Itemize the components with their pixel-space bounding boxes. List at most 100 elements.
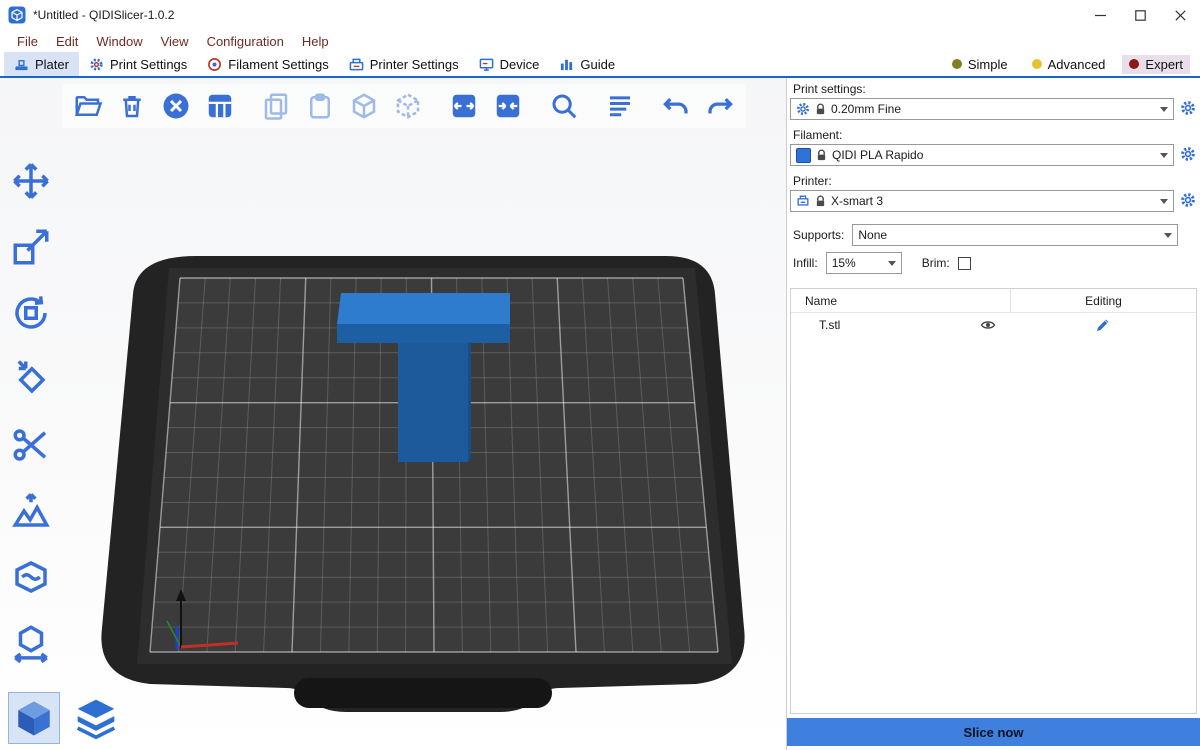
print-settings-combo[interactable]: 0.20mm Fine: [790, 98, 1174, 120]
seam-painting-button[interactable]: [8, 554, 54, 600]
tab-filament-settings[interactable]: Filament Settings: [197, 52, 338, 76]
scale-button[interactable]: [8, 224, 54, 270]
remove-instance-cube-icon: [393, 91, 423, 121]
split-to-objects-button[interactable]: [446, 88, 482, 124]
printer-gear-button[interactable]: [1179, 192, 1197, 210]
measure-icon: [10, 622, 52, 664]
cut-scissors-icon: [10, 424, 52, 466]
add-instance-button[interactable]: [346, 88, 382, 124]
print-bed-scene[interactable]: [0, 78, 786, 750]
menu-view[interactable]: View: [152, 34, 198, 49]
arrange-icon: [205, 91, 235, 121]
object-list: Name Editing T.stl: [790, 288, 1197, 714]
split-parts-icon: [493, 91, 523, 121]
chevron-down-icon: [1160, 107, 1168, 112]
minimize-button[interactable]: [1080, 0, 1120, 30]
place-on-face-button[interactable]: [8, 356, 54, 402]
lock-icon: [816, 149, 827, 162]
menu-file[interactable]: File: [8, 34, 47, 49]
device-icon: [479, 57, 494, 72]
slice-now-button[interactable]: Slice now: [787, 718, 1200, 746]
mode-advanced[interactable]: Advanced: [1025, 55, 1113, 74]
variable-layer-height-button[interactable]: [602, 88, 638, 124]
menu-configuration[interactable]: Configuration: [198, 34, 293, 49]
paste-icon: [305, 91, 335, 121]
settings-panel: Print settings: 0.20mm Fine Filament: QI…: [786, 78, 1200, 750]
mode-simple[interactable]: Simple: [945, 55, 1015, 74]
redo-button[interactable]: [702, 88, 738, 124]
cut-button[interactable]: [8, 422, 54, 468]
paste-button[interactable]: [302, 88, 338, 124]
column-name: Name: [791, 294, 966, 308]
preview-layers-button[interactable]: [70, 692, 122, 744]
copy-button[interactable]: [258, 88, 294, 124]
tab-guide[interactable]: Guide: [549, 52, 625, 76]
undo-button[interactable]: [658, 88, 694, 124]
layer-height-icon: [605, 91, 635, 121]
filament-color-swatch: [796, 148, 811, 163]
window-title: *Untitled - QIDISlicer-1.0.2: [33, 8, 174, 22]
plater-icon: [14, 57, 29, 72]
gear-icon: [1180, 146, 1196, 162]
brim-checkbox[interactable]: [958, 257, 971, 270]
split-to-parts-button[interactable]: [490, 88, 526, 124]
menu-help[interactable]: Help: [293, 34, 338, 49]
place-on-face-icon: [10, 358, 52, 400]
delete-all-button[interactable]: [158, 88, 194, 124]
rotate-icon: [10, 292, 52, 334]
menu-window[interactable]: Window: [87, 34, 151, 49]
brim-label: Brim:: [922, 256, 950, 270]
arrange-button[interactable]: [202, 88, 238, 124]
remove-instance-button[interactable]: [390, 88, 426, 124]
view-3d-button[interactable]: [8, 692, 60, 744]
print-settings-gear-button[interactable]: [1179, 100, 1197, 118]
guide-icon: [559, 57, 574, 72]
filament-settings-icon: [207, 57, 222, 72]
editing-toggle[interactable]: [1010, 317, 1196, 333]
add-instance-cube-icon: [349, 91, 379, 121]
visibility-toggle[interactable]: [966, 317, 1010, 333]
move-button[interactable]: [8, 158, 54, 204]
mode-expert[interactable]: Expert: [1122, 55, 1190, 74]
maximize-button[interactable]: [1120, 0, 1160, 30]
viewport-3d[interactable]: [0, 78, 786, 750]
open-folder-icon: [73, 91, 103, 121]
seam-painting-icon: [10, 556, 52, 598]
supports-combo[interactable]: None: [852, 224, 1178, 246]
object-toolbar: [62, 84, 746, 128]
paint-supports-button[interactable]: [8, 488, 54, 534]
infill-combo[interactable]: 15%: [826, 252, 902, 274]
simple-mode-dot-icon: [952, 59, 962, 69]
filament-combo[interactable]: QIDI PLA Rapido: [790, 144, 1174, 166]
eye-icon: [980, 317, 996, 333]
object-row-t-stl[interactable]: T.stl: [791, 313, 1196, 337]
search-icon: [549, 91, 579, 121]
tab-device[interactable]: Device: [469, 52, 550, 76]
tab-plater[interactable]: Plater: [4, 52, 79, 76]
printer-combo[interactable]: X-smart 3: [790, 190, 1174, 212]
open-file-button[interactable]: [70, 88, 106, 124]
title-bar: *Untitled - QIDISlicer-1.0.2: [0, 0, 1200, 30]
layers-preview-icon: [74, 696, 118, 740]
close-button[interactable]: [1160, 0, 1200, 30]
expert-mode-dot-icon: [1129, 59, 1139, 69]
gear-icon: [1180, 100, 1196, 116]
object-list-header: Name Editing: [791, 289, 1196, 313]
lock-icon: [815, 195, 826, 208]
tab-print-settings[interactable]: Print Settings: [79, 52, 197, 76]
split-objects-icon: [449, 91, 479, 121]
measure-button[interactable]: [8, 620, 54, 666]
tab-printer-settings[interactable]: Printer Settings: [339, 52, 469, 76]
app-logo-icon: [8, 6, 26, 24]
redo-arrow-icon: [705, 91, 735, 121]
filament-gear-button[interactable]: [1179, 146, 1197, 164]
undo-arrow-icon: [661, 91, 691, 121]
rotate-button[interactable]: [8, 290, 54, 336]
chevron-down-icon: [888, 261, 896, 266]
chevron-down-icon: [1164, 233, 1172, 238]
mode-selector: Simple Advanced Expert: [945, 52, 1200, 76]
delete-button[interactable]: [114, 88, 150, 124]
search-button[interactable]: [546, 88, 582, 124]
object-name: T.stl: [791, 318, 966, 332]
menu-edit[interactable]: Edit: [47, 34, 87, 49]
